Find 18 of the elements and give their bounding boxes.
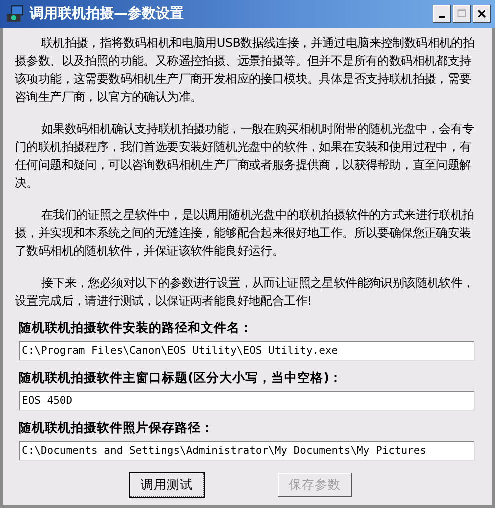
minimize-button[interactable] [433, 5, 451, 23]
camera-icon [6, 5, 24, 23]
field-label: 随机联机拍摄软件安装的路径和文件名： [19, 320, 254, 337]
test-button[interactable]: 调用测试 [130, 473, 204, 497]
field-label: 随机联机拍摄软件照片保存路径： [19, 420, 215, 437]
window-title: 调用联机拍摄—参数设置 [30, 5, 185, 23]
description-paragraph: 如果数码相机确认支持联机拍摄功能，一般在购买相机时附带的随机光盘中，会有专门的联机拍摄程序，我们首选要安装好随机光盘中的软件，如果在安装和使用过程中，有任何问题和疑问，可以咨询数码相机生产厂商或者服务提供商，以获得帮助，直至问题解决。 [15, 121, 476, 192]
description-paragraph: 接下来，您必须对以下的参数进行设置，从而让证照之星软件能狗识别该随机软件，设置完成后，请进行测试，以保证两者能良好地配合工作! [15, 275, 476, 310]
input-field[interactable]: EOS 450D [19, 391, 475, 411]
close-button[interactable] [473, 5, 491, 23]
description-paragraph: 在我们的证照之星软件中，是以调用随机光盘中的联机拍摄软件的方式来进行联机拍摄，并实现和本系统之间的无缝连接，能够配合起来很好地工作。所以要确保您正确安装了数码相机的随机软件，并保证该软件能良好运行。 [15, 207, 476, 260]
input-field[interactable]: C:\Program Files\Canon\EOS Utility\EOS Utility.exe [19, 341, 475, 361]
close-icon [477, 9, 487, 19]
input-field[interactable]: C:\Documents and Settings\Administrator\My Documents\My Pictures [19, 441, 475, 461]
minimize-icon [439, 16, 445, 18]
maximize-icon [457, 9, 467, 19]
description-paragraph: 联机拍摄，指将数码相机和电脑用USB数据线连接，并通过电脑来控制数码相机的拍摄参数、以及拍照的功能。又称遥控拍摄、远景拍摄等。但并不是所有的数码相机都支持该项功能，这需要数码相机生产厂商开发相应的接口模块。具体是否支持联机拍摄，需要咨询生产厂商，以官方的确认为准。 [15, 35, 476, 106]
field-label: 随机联机拍摄软件主窗口标题(区分大小写，当中空格)： [19, 370, 344, 387]
